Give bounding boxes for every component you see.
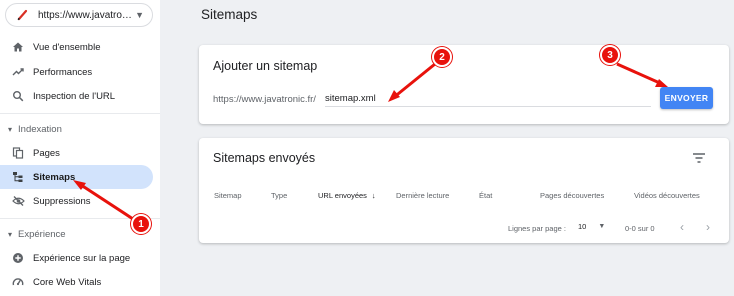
trending-icon — [11, 65, 25, 79]
dropdown-arrow-icon: ▼ — [598, 223, 606, 230]
column-header-urls-submitted[interactable]: URL envoyées ↓ — [318, 191, 376, 200]
rows-per-page-value: 10 — [578, 222, 587, 231]
sidebar-item-label: Inspection de l'URL — [33, 90, 116, 102]
column-header-status[interactable]: État — [479, 191, 492, 200]
submit-button[interactable]: ENVOYER — [660, 87, 713, 109]
sidebar-item-label: Vue d'ensemble — [33, 41, 101, 53]
sidebar-item-performance[interactable]: Performances — [0, 60, 153, 84]
divider — [0, 218, 160, 219]
sidebar-item-label: Core Web Vitals — [33, 276, 102, 288]
sidebar-item-sitemaps[interactable]: Sitemaps — [0, 165, 153, 189]
column-header-type[interactable]: Type — [271, 191, 287, 200]
sidebar-item-page-experience[interactable]: Expérience sur la page — [0, 246, 153, 270]
column-header-label: URL envoyées — [318, 191, 367, 200]
property-url: https://www.javatro… — [38, 9, 132, 21]
url-prefix: https://www.javatronic.fr/ — [213, 94, 316, 105]
column-header-sitemap[interactable]: Sitemap — [214, 191, 242, 200]
sidebar-item-label: Expérience sur la page — [33, 252, 131, 264]
rows-per-page-select[interactable]: 10 ▼ — [578, 222, 605, 231]
sent-sitemaps-card: Sitemaps envoyés Sitemap Type URL envoyé… — [199, 138, 729, 243]
sidebar-item-label: Suppressions — [33, 195, 91, 207]
search-icon — [11, 89, 25, 103]
sidebar-item-removals[interactable]: Suppressions — [0, 189, 153, 213]
column-header-last-read[interactable]: Dernière lecture — [396, 191, 449, 200]
caret-down-icon: ▾ — [8, 124, 13, 134]
section-experience[interactable]: ▾ Expérience — [8, 226, 66, 242]
add-sitemap-title: Ajouter un sitemap — [213, 59, 318, 73]
next-page-button[interactable]: › — [700, 219, 716, 235]
sidebar-item-core-web-vitals[interactable]: Core Web Vitals — [0, 270, 153, 294]
sent-sitemaps-title: Sitemaps envoyés — [213, 151, 316, 165]
section-label: Expérience — [18, 228, 66, 240]
section-label: Indexation — [18, 123, 62, 135]
sitemap-url-input[interactable] — [325, 91, 651, 107]
pencil-logo-icon — [15, 8, 29, 22]
sidebar-item-label: Performances — [33, 66, 93, 78]
sidebar-item-pages[interactable]: Pages — [0, 141, 153, 165]
speed-icon — [11, 275, 25, 289]
sidebar: https://www.javatro… ▼ Vue d'ensemble Pe… — [0, 0, 160, 296]
arrow-down-icon: ↓ — [371, 191, 376, 200]
sitemap-icon — [11, 170, 25, 184]
pagination-range: 0-0 sur 0 — [625, 224, 655, 233]
section-indexation[interactable]: ▾ Indexation — [8, 121, 62, 137]
add-sitemap-card: Ajouter un sitemap https://www.javatroni… — [199, 45, 729, 124]
sidebar-item-overview[interactable]: Vue d'ensemble — [0, 35, 153, 59]
rows-per-page-label: Lignes par page : — [508, 224, 566, 233]
property-selector[interactable]: https://www.javatro… ▼ — [5, 3, 153, 27]
column-header-pages-discovered[interactable]: Pages découvertes — [540, 191, 604, 200]
page-title: Sitemaps — [201, 7, 258, 22]
filter-icon[interactable] — [692, 151, 706, 163]
sidebar-item-url-inspection[interactable]: Inspection de l'URL — [0, 84, 153, 108]
chevron-down-icon: ▼ — [135, 10, 144, 20]
removal-icon — [11, 194, 25, 208]
sidebar-item-label: Sitemaps — [33, 171, 76, 183]
previous-page-button[interactable]: ‹ — [674, 219, 690, 235]
sidebar-item-label: Pages — [33, 147, 60, 159]
divider — [0, 113, 160, 114]
add-circle-icon — [11, 251, 25, 265]
pages-icon — [11, 146, 25, 160]
column-header-videos-discovered[interactable]: Vidéos découvertes — [634, 191, 700, 200]
home-icon — [11, 40, 25, 54]
caret-down-icon: ▾ — [8, 229, 13, 239]
